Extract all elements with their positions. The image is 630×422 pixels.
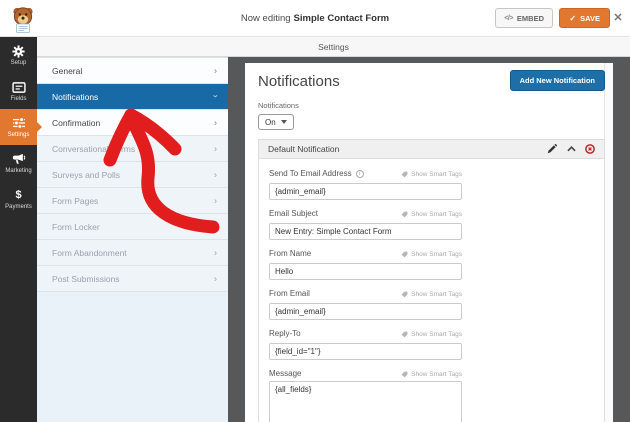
form-name: Simple Contact Form bbox=[294, 13, 390, 24]
edit-pencil-icon[interactable] bbox=[547, 144, 557, 154]
tag-icon bbox=[401, 211, 408, 218]
show-smart-tags-link[interactable]: Show Smart Tags bbox=[401, 371, 462, 378]
panel-breadcrumb-bar: Settings bbox=[37, 37, 630, 57]
field-label: Reply-To bbox=[269, 329, 301, 338]
chevron-right-icon: › bbox=[214, 66, 217, 75]
nav-label: Settings bbox=[8, 132, 30, 138]
collapse-chevron-up-icon[interactable] bbox=[566, 144, 576, 154]
embed-button[interactable]: </> EMBED bbox=[495, 8, 553, 28]
nav-label: Setup bbox=[11, 60, 27, 66]
sliders-icon bbox=[12, 116, 26, 130]
email-subject-field-group: Email Subject Show Smart Tags bbox=[269, 209, 462, 240]
field-label: Send To Email Address i bbox=[269, 169, 364, 178]
settings-menu-item-post-submissions[interactable]: Post Submissions › bbox=[37, 266, 228, 292]
from-name-field-group: From Name Show Smart Tags bbox=[269, 249, 462, 280]
settings-menu-item-general[interactable]: General › bbox=[37, 58, 228, 84]
settings-menu-item-form-abandonment[interactable]: Form Abandonment › bbox=[37, 240, 228, 266]
show-smart-tags-link[interactable]: Show Smart Tags bbox=[401, 251, 462, 258]
top-bar: Now editing Simple Contact Form </> EMBE… bbox=[0, 0, 630, 37]
chevron-right-icon: › bbox=[214, 274, 217, 283]
field-label: Message bbox=[269, 369, 301, 378]
now-editing-title: Now editing Simple Contact Form bbox=[241, 0, 389, 37]
nav-item-settings[interactable]: Settings bbox=[0, 109, 37, 145]
send-to-email-input[interactable] bbox=[269, 183, 462, 200]
chevron-down-icon bbox=[281, 120, 287, 124]
delete-notification-icon[interactable] bbox=[585, 144, 595, 154]
gear-icon bbox=[12, 44, 26, 58]
from-email-field-group: From Email Show Smart Tags bbox=[269, 289, 462, 320]
settings-menu-item-notifications[interactable]: Notifications › bbox=[37, 84, 228, 110]
info-icon[interactable]: i bbox=[356, 170, 364, 178]
from-name-input[interactable] bbox=[269, 263, 462, 280]
nav-label: Payments bbox=[5, 204, 32, 210]
default-notification-section: Default Notification bbox=[258, 139, 605, 422]
chevron-right-icon: › bbox=[214, 144, 217, 153]
tag-icon bbox=[401, 371, 408, 378]
message-textarea[interactable]: {all_fields} bbox=[269, 381, 462, 422]
settings-menu: General › Notifications › Confirmation ›… bbox=[37, 57, 228, 422]
nav-item-fields[interactable]: Fields bbox=[0, 73, 37, 109]
field-label: From Name bbox=[269, 249, 311, 258]
reply-to-field-group: Reply-To Show Smart Tags bbox=[269, 329, 462, 360]
dollar-icon: $ bbox=[12, 188, 26, 202]
notifications-panel: Notifications Add New Notification Notif… bbox=[245, 63, 613, 422]
email-subject-input[interactable] bbox=[269, 223, 462, 240]
notifications-toggle-label: Notifications bbox=[258, 101, 600, 110]
send-to-email-field-group: Send To Email Address i Show Smart Tags bbox=[269, 169, 462, 200]
from-email-input[interactable] bbox=[269, 303, 462, 320]
chevron-right-icon: › bbox=[214, 118, 217, 127]
show-smart-tags-link[interactable]: Show Smart Tags bbox=[401, 331, 462, 338]
wpforms-logo bbox=[8, 3, 38, 34]
show-smart-tags-link[interactable]: Show Smart Tags bbox=[401, 211, 462, 218]
builder-content-background: Notifications Add New Notification Notif… bbox=[228, 57, 630, 422]
chevron-right-icon: › bbox=[214, 248, 217, 257]
settings-menu-item-confirmation[interactable]: Confirmation › bbox=[37, 110, 228, 136]
default-notification-body: Send To Email Address i Show Smart Tags bbox=[259, 159, 604, 422]
tag-icon bbox=[401, 251, 408, 258]
nav-item-setup[interactable]: Setup bbox=[0, 37, 37, 73]
chevron-right-icon: › bbox=[214, 222, 217, 231]
reply-to-input[interactable] bbox=[269, 343, 462, 360]
form-fields-icon bbox=[12, 80, 26, 94]
notification-title: Default Notification bbox=[268, 144, 339, 154]
show-smart-tags-link[interactable]: Show Smart Tags bbox=[401, 291, 462, 298]
builder-nav: Setup Fields bbox=[0, 37, 37, 422]
panel-breadcrumb-title: Settings bbox=[318, 42, 349, 52]
nav-label: Marketing bbox=[5, 168, 31, 174]
settings-menu-item-surveys-and-polls[interactable]: Surveys and Polls › bbox=[37, 162, 228, 188]
code-icon: </> bbox=[504, 15, 513, 22]
default-notification-header: Default Notification bbox=[259, 140, 604, 159]
settings-menu-item-form-pages[interactable]: Form Pages › bbox=[37, 188, 228, 214]
settings-menu-item-conversational-forms[interactable]: Conversational Forms › bbox=[37, 136, 228, 162]
megaphone-icon bbox=[12, 152, 26, 166]
chevron-right-icon: › bbox=[214, 170, 217, 179]
tag-icon bbox=[401, 171, 408, 178]
close-icon[interactable]: ✕ bbox=[611, 10, 625, 26]
nav-item-marketing[interactable]: Marketing bbox=[0, 145, 37, 181]
message-field-group: Message Show Smart Tags {all_fields} bbox=[269, 369, 462, 422]
notifications-on-off-select[interactable]: On bbox=[258, 114, 294, 130]
nav-label: Fields bbox=[10, 96, 26, 102]
chevron-right-icon: › bbox=[214, 196, 217, 205]
save-button[interactable]: ✓ SAVE bbox=[559, 8, 610, 28]
show-smart-tags-link[interactable]: Show Smart Tags bbox=[401, 171, 462, 178]
wpforms-builder: Now editing Simple Contact Form </> EMBE… bbox=[0, 0, 630, 422]
settings-menu-item-form-locker[interactable]: Form Locker › bbox=[37, 214, 228, 240]
tag-icon bbox=[401, 291, 408, 298]
tag-icon bbox=[401, 331, 408, 338]
field-label: Email Subject bbox=[269, 209, 318, 218]
nav-item-payments[interactable]: $ Payments bbox=[0, 181, 37, 217]
chevron-down-icon: › bbox=[211, 94, 220, 97]
now-editing-text: Now editing bbox=[241, 13, 291, 24]
check-icon: ✓ bbox=[569, 14, 576, 23]
field-label: From Email bbox=[269, 289, 310, 298]
add-new-notification-button[interactable]: Add New Notification bbox=[510, 70, 605, 91]
